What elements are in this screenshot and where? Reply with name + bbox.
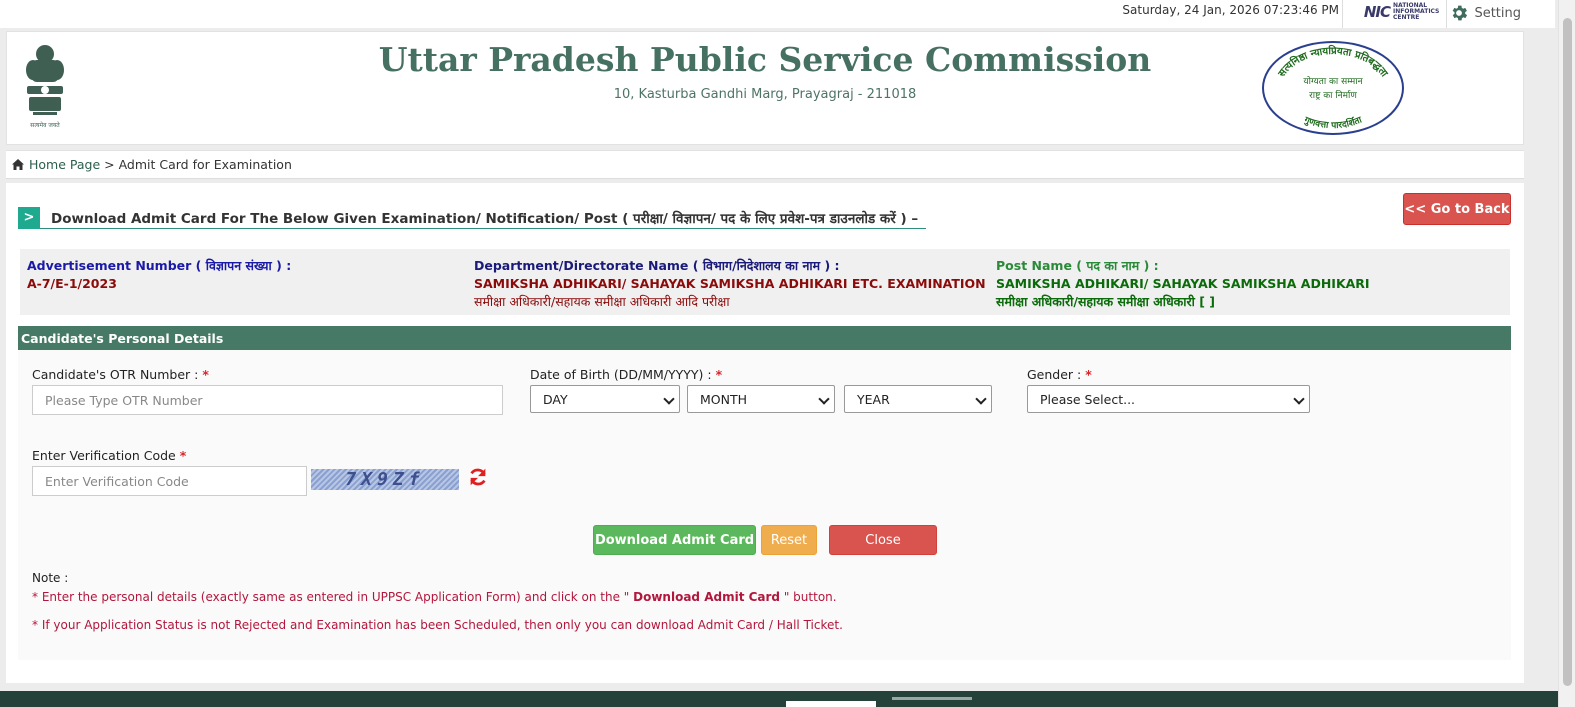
refresh-icon[interactable] [467,466,489,488]
department-name-value: SAMIKSHA ADHIKARI/ SAHAYAK SAMIKSHA ADHI… [474,276,986,291]
divider [1446,0,1447,28]
advertisement-number: Advertisement Number ( विज्ञापन संख्या )… [27,257,291,293]
note-line-1: * Enter the personal details (exactly sa… [32,590,837,604]
department-name: Department/Directorate Name ( विभाग/निदे… [474,257,986,311]
chevron-down-icon [663,393,675,405]
svg-text:गुणवत्ता पारदर्शिता: गुणवत्ता पारदर्शिता [1302,115,1364,131]
required-mark: * [179,448,187,463]
chevron-right-icon: > [18,206,40,229]
seal-middle-line-2: राष्ट्र का निर्माण [1309,89,1357,101]
section-header: Candidate's Personal Details [18,326,1511,350]
required-mark: * [202,367,209,382]
top-bar: Saturday, 24 Jan, 2026 07:23:46 PM NIC N… [0,0,1555,28]
commission-seal-icon: सत्यनिष्ठा न्यायप्रियता प्रतिबद्धता योग्… [1262,41,1404,135]
post-name-label: Post Name ( पद का नाम ) : [996,258,1159,273]
captcha-image: 7X9Zf [311,469,459,490]
post-name-hindi: समीक्षा अधिकारी/सहायक समीक्षा अधिकारी [ … [996,294,1215,309]
nic-logo[interactable]: NIC NATIONAL INFORMATICS CENTRE [1363,2,1441,22]
gender-label: Gender : * [1027,367,1092,382]
dob-month-value: MONTH [700,391,748,407]
note-line-1-prefix: * Enter the personal details (exactly sa… [32,590,634,604]
setting-button[interactable]: Setting [1449,3,1521,23]
gender-value: Please Select... [1040,391,1136,407]
breadcrumb-separator: > [100,157,119,172]
breadcrumb: Home Page > Admit Card for Examination [6,150,1524,179]
gear-icon [1453,5,1468,21]
otr-label-text: Candidate's OTR Number : [32,367,199,382]
dob-label: Date of Birth (DD/MM/YYYY) : * [530,367,722,382]
breadcrumb-current: Admit Card for Examination [118,157,292,172]
advertisement-info: Advertisement Number ( विज्ञापन संख्या )… [20,249,1510,315]
personal-details-form: Candidate's Personal Details Candidate's… [18,326,1511,660]
required-mark: * [715,367,723,382]
dob-year-value: YEAR [857,391,890,407]
verification-label: Enter Verification Code * [32,448,186,463]
scrollbar-thumb[interactable] [1563,18,1572,686]
emblem-caption: सत्यमेव जयते [30,121,60,129]
dob-day-value: DAY [543,391,568,407]
otr-label: Candidate's OTR Number : * [32,367,209,382]
verification-label-text: Enter Verification Code [32,448,176,463]
department-name-hindi: समीक्षा अधिकारी/सहायक समीक्षा अधिकारी आद… [474,294,730,309]
note-line-1-bold: Download Admit Card [633,590,781,604]
dob-day-select[interactable]: DAY [530,385,680,413]
advertisement-number-value: A-7/E-1/2023 [27,276,117,291]
note-line-2: * If your Application Status is not Reje… [32,618,843,632]
seal-bottom-text: गुणवत्ता पारदर्शिता [1302,115,1364,131]
department-name-label: Department/Directorate Name ( विभाग/निदे… [474,258,840,273]
current-datetime: Saturday, 24 Jan, 2026 07:23:46 PM [1122,3,1339,17]
reset-button[interactable]: Reset [761,525,817,555]
footer-block [892,697,972,700]
main-content: > Download Admit Card For The Below Give… [6,183,1524,683]
page-scrollbar[interactable] [1558,0,1575,707]
download-admit-card-button[interactable]: Download Admit Card [593,525,756,555]
note-line-1-suffix: " button. [780,590,837,604]
chevron-down-icon [818,393,830,405]
post-name: Post Name ( पद का नाम ) : SAMIKSHA ADHIK… [996,257,1370,311]
chevron-down-icon [1293,393,1305,405]
divider [1342,0,1343,28]
page-title-text: Download Admit Card For The Below Given … [51,210,919,227]
verification-code-input[interactable]: Enter Verification Code [32,466,307,496]
required-mark: * [1085,367,1092,382]
site-header: सत्यमेव जयते Uttar Pradesh Public Servic… [6,31,1524,145]
otr-input[interactable]: Please Type OTR Number [32,385,503,415]
post-name-value: SAMIKSHA ADHIKARI/ SAHAYAK SAMIKSHA ADHI… [996,276,1370,291]
chevron-down-icon [975,393,987,405]
dob-month-select[interactable]: MONTH [687,385,835,413]
footer-block [786,701,876,707]
seal-middle-line-1: योग्यता का सम्मान [1303,75,1363,87]
dob-year-select[interactable]: YEAR [844,385,992,413]
dob-label-text: Date of Birth (DD/MM/YYYY) : [530,367,712,382]
setting-label: Setting [1474,5,1521,21]
nic-logo-mark: NIC [1363,3,1391,21]
nic-logo-text: NATIONAL INFORMATICS CENTRE [1393,2,1440,21]
footer [0,691,1558,707]
advertisement-number-label: Advertisement Number ( विज्ञापन संख्या )… [27,258,292,273]
gender-label-text: Gender : [1027,367,1082,382]
close-button[interactable]: Close [829,525,937,555]
breadcrumb-home-link[interactable]: Home Page [29,157,100,172]
home-icon [12,159,24,170]
page-title: > Download Admit Card For The Below Give… [18,206,927,229]
go-back-button[interactable]: << Go to Back [1403,193,1511,225]
note-title: Note : [32,571,69,585]
gender-select[interactable]: Please Select... [1027,385,1310,413]
